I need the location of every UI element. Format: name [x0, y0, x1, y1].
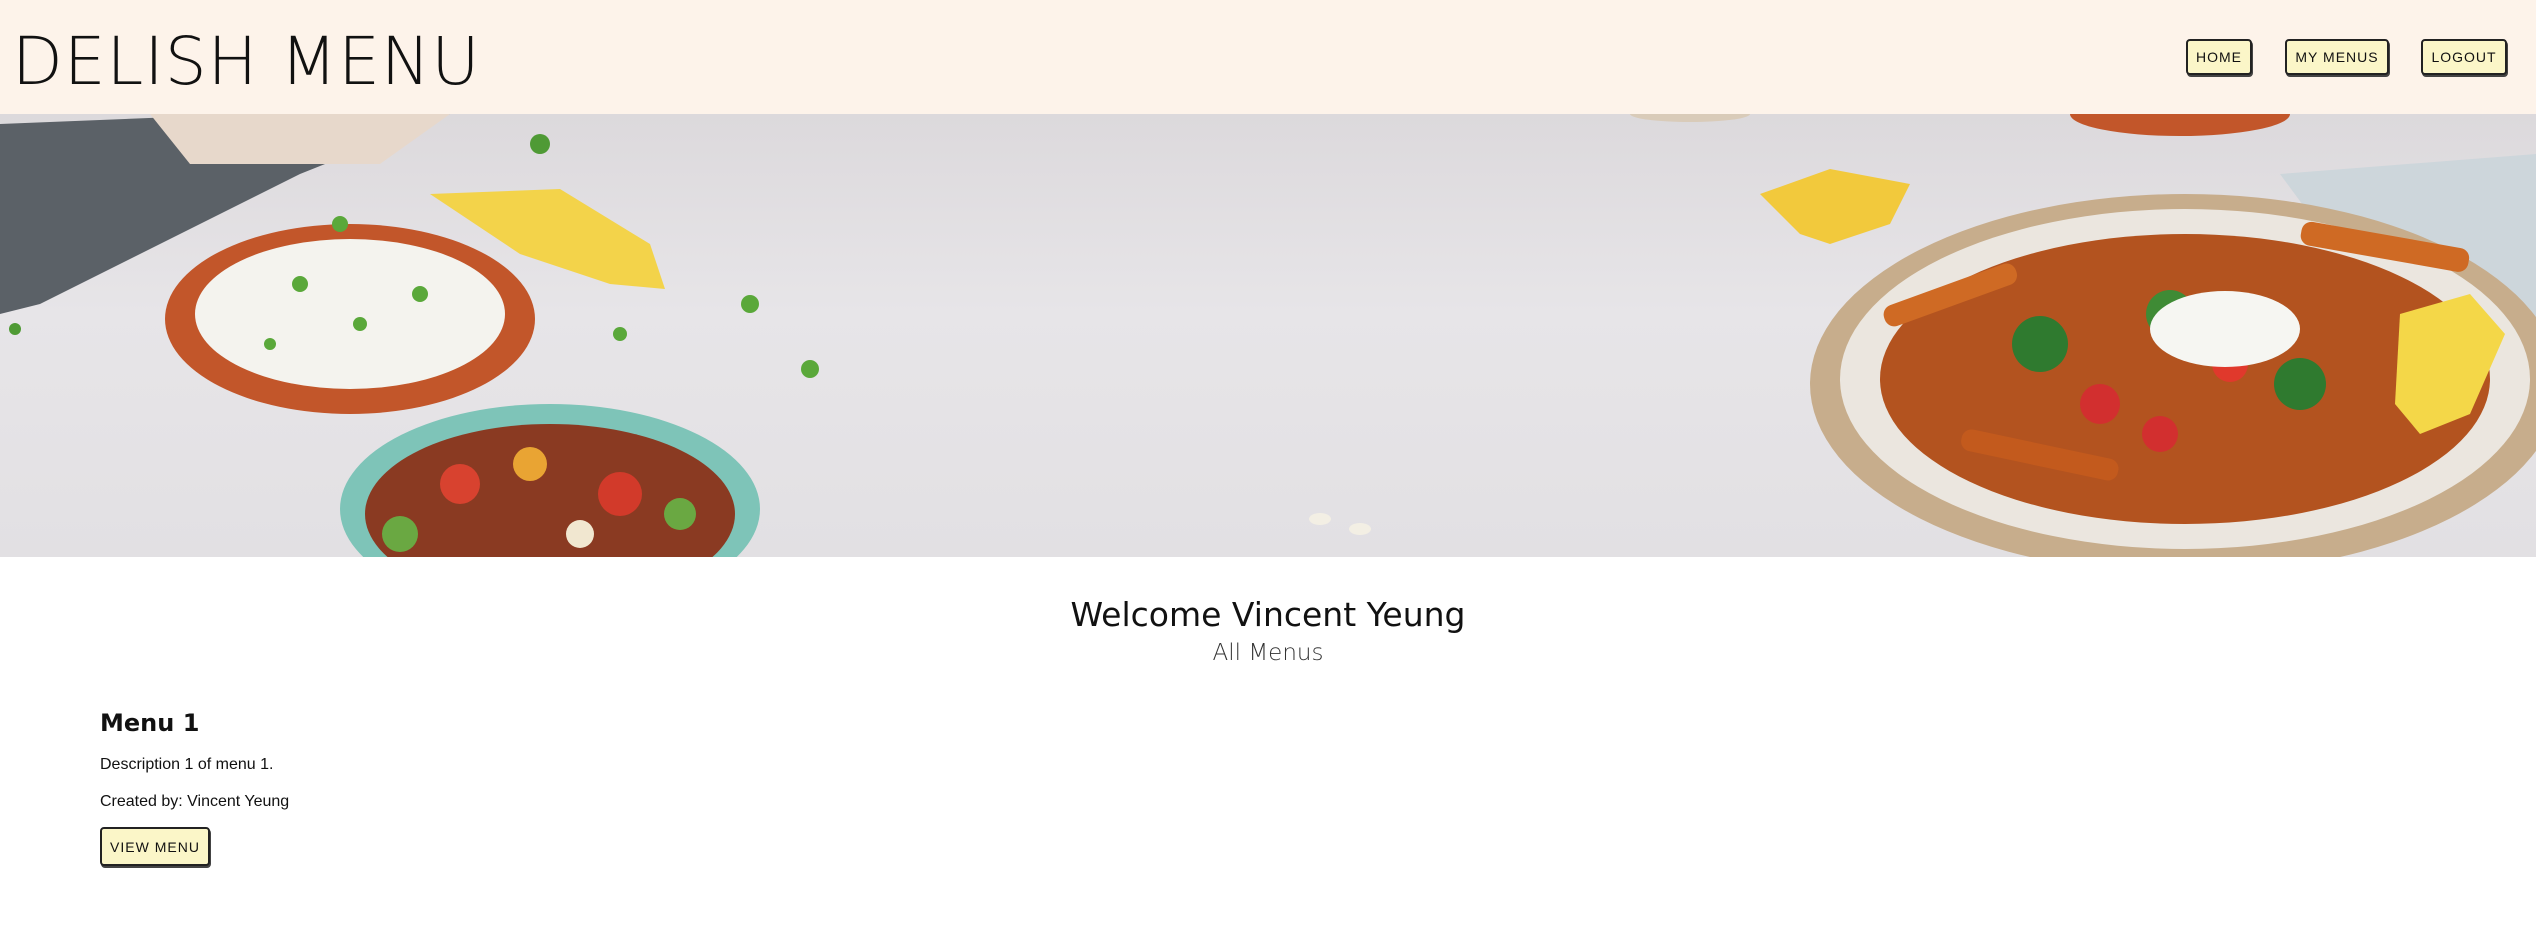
- logout-button[interactable]: LOGOUT: [2421, 39, 2507, 75]
- menu-title: Menu 1: [100, 709, 200, 737]
- all-menus-subheading: All Menus: [1212, 640, 1324, 666]
- brand-title[interactable]: DELISH MENU: [12, 18, 481, 106]
- sauce-shape: [195, 239, 505, 389]
- menu-card: Menu 1 Description 1 of menu 1. Created …: [100, 700, 700, 866]
- cutting-board-shape: [150, 114, 450, 164]
- my-menus-button[interactable]: MY MENUS: [2285, 39, 2389, 75]
- lemon-right-shape: [1760, 169, 1910, 244]
- welcome-heading: Welcome Vincent Yeung: [1070, 595, 1466, 634]
- menu-description: Description 1 of menu 1.: [100, 756, 274, 773]
- menu-created-by: Created by: Vincent Yeung: [100, 793, 290, 810]
- top-navbar: DELISH MENU HOME MY MENUS LOGOUT: [0, 0, 2536, 114]
- view-menu-button[interactable]: VIEW MENU: [100, 827, 210, 866]
- food-illustration: [0, 114, 2536, 557]
- hero-food-banner: [0, 114, 2536, 557]
- home-button[interactable]: HOME: [2186, 39, 2252, 75]
